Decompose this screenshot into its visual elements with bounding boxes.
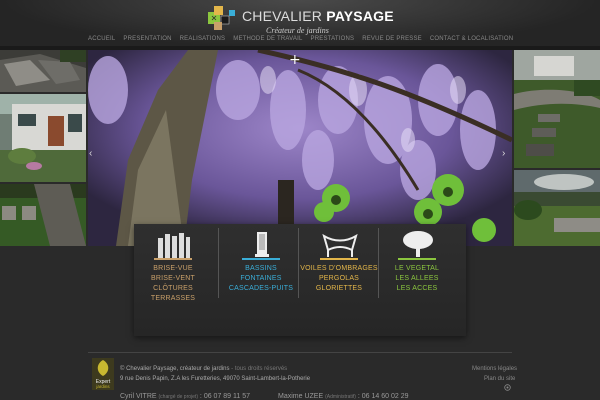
link-fontaines[interactable]: FONTAINES — [222, 274, 300, 284]
copyright: © Chevalier Paysage, créateur de jardins… — [120, 366, 288, 372]
services-panel: BRISE-VUE BRISE-VENT CLÔTURES TERRASSES … — [134, 224, 466, 336]
footer-divider — [88, 352, 512, 353]
fence-icon — [158, 233, 190, 258]
category-color-bar — [242, 258, 280, 260]
expert-jardins-logo[interactable]: Expert jardins — [92, 358, 114, 390]
main-gallery-photo[interactable] — [88, 50, 512, 246]
link-acces[interactable]: LES ACCES — [378, 284, 456, 294]
thumbnail-photo[interactable] — [514, 50, 600, 168]
category-links: BRISE-VUE BRISE-VENT CLÔTURES TERRASSES — [134, 264, 212, 304]
garden-path-image — [514, 50, 600, 168]
link-pergolas[interactable]: PERGOLAS — [300, 274, 378, 284]
leaf-badge-icon: Expert jardins — [92, 358, 114, 390]
column-divider — [298, 228, 299, 298]
chevron-left-icon[interactable]: ‹ — [89, 148, 92, 159]
contact-maxime: Maxime UZEE (Administratif) : 06 14 60 0… — [278, 393, 409, 400]
link-cascades-puits[interactable]: CASCADES-PUITS — [222, 284, 300, 294]
thumbnail-photo[interactable] — [0, 94, 86, 182]
main-nav: ACCUEIL PRESENTATION REALISATIONS METHOD… — [88, 36, 513, 46]
category-vegetal: LE VEGETAL LES ALLEES LES ACCES — [378, 224, 456, 336]
link-brise-vue[interactable]: BRISE-VUE — [134, 264, 212, 274]
brand-tagline: Créateur de jardins — [266, 26, 329, 35]
nav-accueil[interactable]: ACCUEIL — [88, 36, 115, 46]
category-links: VOILES D'OMBRAGES PERGOLAS GLORIETTES — [300, 264, 378, 294]
lawn-image — [0, 184, 86, 246]
address: 9 rue Denis Papin, Z.A les Furetteries, … — [120, 376, 311, 382]
pergola-garden-image — [514, 170, 600, 246]
link-gloriettes[interactable]: GLORIETTES — [300, 284, 378, 294]
site-header: CHEVALIER PAYSAGE Créateur de jardins AC… — [0, 0, 600, 48]
link-bassins[interactable]: BASSINS — [222, 264, 300, 274]
jardins-label: jardins — [95, 384, 110, 389]
link-terrasses[interactable]: TERRASSES — [134, 294, 212, 304]
left-thumbnails — [0, 50, 86, 246]
contact-cyril: Cyril VITRE (chargé de projet) : 06 07 8… — [120, 393, 251, 400]
logo-mark-icon — [208, 6, 235, 30]
house-image — [0, 94, 86, 182]
column-divider — [218, 228, 219, 298]
category-ombrage: VOILES D'OMBRAGES PERGOLAS GLORIETTES — [300, 224, 378, 336]
nav-prestations[interactable]: PRESTATIONS — [311, 36, 355, 46]
nav-presentation[interactable]: PRESENTATION — [123, 36, 171, 46]
nav-contact[interactable]: CONTACT & LOCALISATION — [430, 36, 513, 46]
tree-icon — [403, 231, 433, 257]
nav-revue-presse[interactable]: REVUE DE PRESSE — [362, 36, 422, 46]
wisteria-image — [88, 50, 512, 246]
patio-image — [0, 50, 86, 92]
shade-sail-icon — [322, 233, 358, 257]
thumbnail-photo[interactable] — [514, 170, 600, 246]
right-thumbnails — [514, 50, 600, 246]
plus-icon[interactable]: + — [289, 52, 301, 68]
link-brise-vent[interactable]: BRISE-VENT — [134, 274, 212, 284]
category-color-bar — [320, 258, 358, 260]
logo[interactable]: CHEVALIER PAYSAGE Créateur de jardins — [208, 4, 394, 35]
thumbnail-photo[interactable] — [0, 184, 86, 246]
link-allees[interactable]: LES ALLEES — [378, 274, 456, 284]
legal-link[interactable]: Mentions légales — [472, 366, 517, 372]
category-color-bar — [154, 258, 192, 260]
brand-name: CHEVALIER PAYSAGE — [242, 8, 394, 24]
sitemap-link[interactable]: Plan du site — [484, 376, 515, 382]
nav-methode[interactable]: METHODE DE TRAVAIL — [233, 36, 302, 46]
link-vegetal[interactable]: LE VEGETAL — [378, 264, 456, 274]
thumbnail-photo[interactable] — [0, 50, 86, 92]
nav-realisations[interactable]: REALISATIONS — [180, 36, 226, 46]
category-color-bar — [398, 258, 436, 260]
fountain-icon — [255, 232, 269, 257]
chevron-right-icon[interactable]: › — [502, 148, 505, 159]
category-amenagement: BRISE-VUE BRISE-VENT CLÔTURES TERRASSES — [134, 224, 212, 336]
category-links: BASSINS FONTAINES CASCADES-PUITS — [222, 264, 300, 294]
circle-icon[interactable] — [504, 384, 511, 391]
link-voiles-ombrages[interactable]: VOILES D'OMBRAGES — [300, 264, 378, 274]
link-clotures[interactable]: CLÔTURES — [134, 284, 212, 294]
category-eau: BASSINS FONTAINES CASCADES-PUITS — [222, 224, 300, 336]
category-links: LE VEGETAL LES ALLEES LES ACCES — [378, 264, 456, 294]
